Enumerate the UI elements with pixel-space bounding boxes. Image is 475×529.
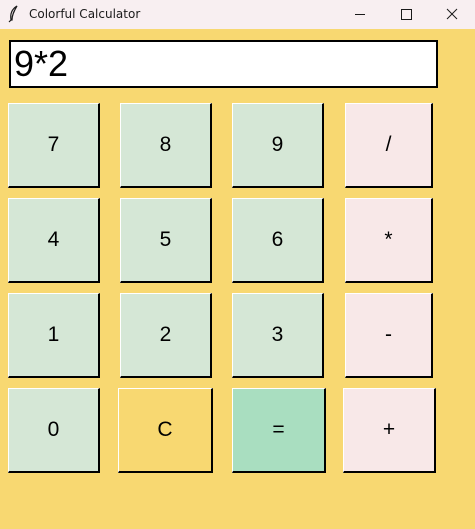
key-0-button[interactable]: 0 bbox=[8, 388, 100, 473]
multiply-button[interactable]: * bbox=[345, 198, 433, 283]
key-9-button[interactable]: 9 bbox=[232, 103, 324, 188]
key-8-button[interactable]: 8 bbox=[120, 103, 212, 188]
key-3-button[interactable]: 3 bbox=[232, 293, 324, 378]
key-4-button[interactable]: 4 bbox=[8, 198, 100, 283]
key-2-button[interactable]: 2 bbox=[120, 293, 212, 378]
close-button[interactable] bbox=[429, 0, 475, 29]
clear-button[interactable]: C bbox=[118, 388, 213, 473]
minimize-icon bbox=[355, 14, 365, 15]
add-button[interactable]: + bbox=[343, 388, 436, 473]
title-bar[interactable]: Colorful Calculator bbox=[0, 0, 475, 29]
subtract-button[interactable]: - bbox=[345, 293, 433, 378]
display-input[interactable]: 9*2 bbox=[9, 40, 438, 88]
divide-button[interactable]: / bbox=[345, 103, 433, 188]
key-7-button[interactable]: 7 bbox=[8, 103, 100, 188]
key-1-button[interactable]: 1 bbox=[8, 293, 100, 378]
feather-icon bbox=[6, 5, 22, 23]
maximize-icon bbox=[401, 9, 412, 20]
equals-button[interactable]: = bbox=[232, 388, 326, 473]
key-5-button[interactable]: 5 bbox=[120, 198, 212, 283]
minimize-button[interactable] bbox=[337, 0, 383, 29]
maximize-button[interactable] bbox=[383, 0, 429, 29]
key-6-button[interactable]: 6 bbox=[232, 198, 324, 283]
window-title: Colorful Calculator bbox=[29, 7, 141, 21]
close-icon bbox=[446, 8, 458, 20]
